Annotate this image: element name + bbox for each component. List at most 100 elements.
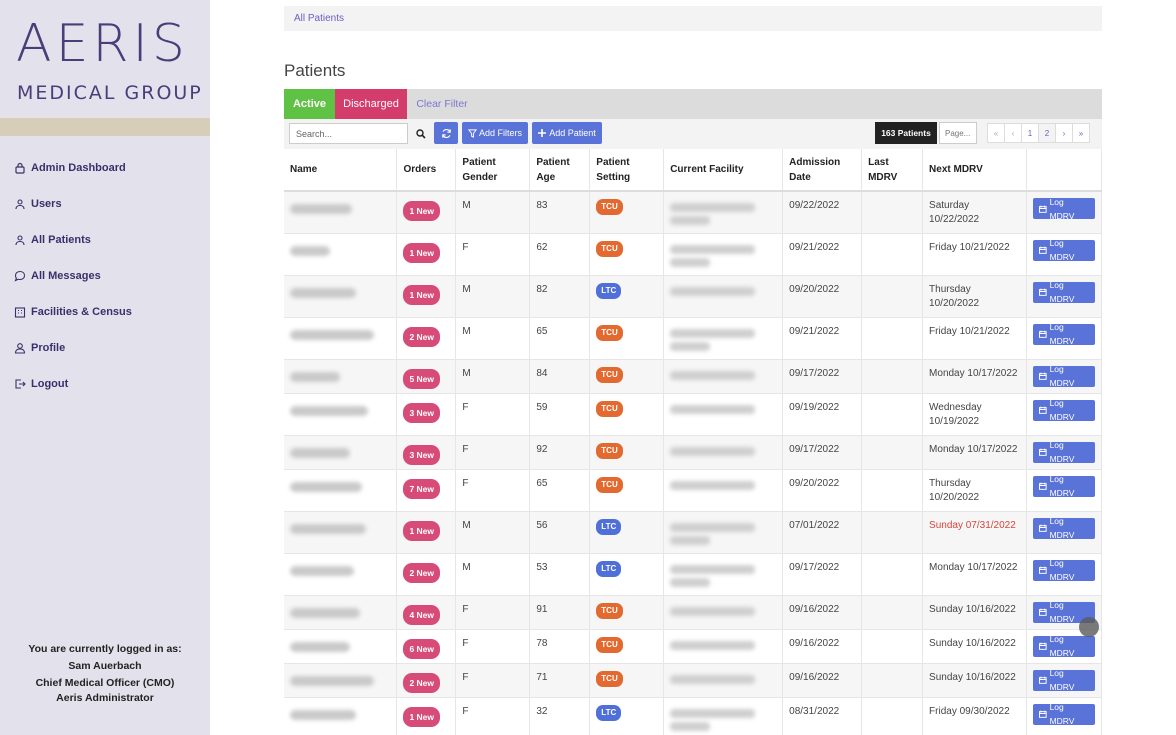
table-row[interactable]: 6 New F 78 TCU 09/16/2022 Sunday 10/16/2022 Lo… bbox=[284, 629, 1103, 664]
orders-badge[interactable]: 1 New bbox=[403, 520, 441, 541]
table-row[interactable]: 2 New M 53 LTC 09/17/2022 Monday 10/17/2022 Lo… bbox=[284, 553, 1103, 596]
orders-badge[interactable]: 4 New bbox=[403, 604, 441, 625]
cell-name[interactable] bbox=[284, 553, 398, 596]
orders-badge[interactable]: 5 New bbox=[403, 368, 441, 389]
col-header-setting[interactable]: Patient Setting bbox=[589, 149, 665, 192]
cell-name[interactable] bbox=[284, 317, 398, 360]
sidebar-item-users[interactable]: Users bbox=[14, 186, 132, 222]
col-header-facility[interactable]: Current Facility bbox=[663, 149, 784, 192]
cell-name[interactable] bbox=[284, 629, 398, 664]
clear-filter-link[interactable]: Clear Filter bbox=[407, 89, 477, 119]
cell-age: 82 bbox=[529, 275, 591, 318]
log-mdrv-button[interactable]: Log MDRV bbox=[1032, 197, 1095, 221]
col-header-gender[interactable]: Patient Gender bbox=[455, 149, 531, 192]
cell-last-mdrv bbox=[861, 317, 924, 360]
cell-name[interactable] bbox=[284, 393, 398, 436]
next-page-button[interactable]: › bbox=[1055, 123, 1073, 143]
orders-badge[interactable]: 2 New bbox=[403, 672, 441, 693]
cell-name[interactable] bbox=[284, 511, 398, 554]
orders-badge[interactable]: 3 New bbox=[403, 402, 441, 423]
page-2-button[interactable]: 2 bbox=[1038, 123, 1056, 143]
last-page-button[interactable]: » bbox=[1072, 123, 1090, 143]
log-mdrv-button[interactable]: Log MDRV bbox=[1032, 364, 1095, 388]
log-mdrv-button[interactable]: Log MDRV bbox=[1032, 238, 1095, 262]
add-patient-button[interactable]: Add Patient bbox=[532, 122, 602, 144]
refresh-button[interactable] bbox=[434, 122, 458, 144]
orders-badge[interactable]: 3 New bbox=[403, 444, 441, 465]
cell-facility bbox=[663, 663, 784, 698]
cell-name[interactable] bbox=[284, 595, 398, 630]
first-page-button[interactable]: « bbox=[987, 123, 1005, 143]
col-header-orders[interactable]: Orders bbox=[396, 149, 457, 192]
log-mdrv-button[interactable]: Log MDRV bbox=[1032, 398, 1095, 422]
orders-badge[interactable]: 2 New bbox=[403, 562, 441, 583]
calendar-icon bbox=[1038, 608, 1047, 616]
table-row[interactable]: 1 New F 32 LTC 08/31/2022 Friday 09/30/2022 Lo… bbox=[284, 697, 1103, 735]
col-header-name[interactable]: Name bbox=[284, 149, 398, 192]
log-mdrv-button[interactable]: Log MDRV bbox=[1032, 668, 1095, 692]
cell-last-mdrv bbox=[861, 435, 924, 470]
orders-badge[interactable]: 6 New bbox=[403, 638, 441, 659]
cell-name[interactable] bbox=[284, 191, 398, 234]
tab-discharged[interactable]: Discharged bbox=[335, 89, 407, 119]
sidebar-item-all-patients[interactable]: All Patients bbox=[14, 222, 132, 258]
col-header-age[interactable]: Patient Age bbox=[529, 149, 591, 192]
col-header-admission[interactable]: Admission Date bbox=[782, 149, 863, 192]
add-filters-button[interactable]: Add Filters bbox=[462, 122, 528, 144]
sidebar-item-logout[interactable]: Logout bbox=[14, 366, 132, 402]
cell-orders: 5 New bbox=[396, 359, 457, 394]
sidebar-item-admin-dashboard[interactable]: Admin Dashboard bbox=[14, 150, 132, 186]
sidebar-item-facilities-census[interactable]: Facilities & Census bbox=[14, 294, 132, 330]
page-input[interactable] bbox=[939, 122, 977, 144]
orders-badge[interactable]: 1 New bbox=[403, 242, 441, 263]
cell-facility bbox=[663, 553, 784, 596]
orders-badge[interactable]: 2 New bbox=[403, 326, 441, 347]
log-mdrv-button[interactable]: Log MDRV bbox=[1032, 440, 1095, 464]
search-input[interactable] bbox=[289, 123, 408, 144]
setting-badge: TCU bbox=[596, 400, 623, 417]
cell-name[interactable] bbox=[284, 469, 398, 512]
redacted-facility bbox=[670, 606, 776, 616]
breadcrumb-link[interactable]: All Patients bbox=[294, 13, 344, 24]
table-row[interactable]: 4 New F 91 TCU 09/16/2022 Sunday 10/16/2022 Lo… bbox=[284, 595, 1103, 630]
table-row[interactable]: 1 New M 56 LTC 07/01/2022 Sunday 07/31/2022 Lo… bbox=[284, 511, 1103, 554]
log-mdrv-button[interactable]: Log MDRV bbox=[1032, 702, 1095, 726]
cell-actions: Log MDRV bbox=[1026, 233, 1103, 276]
table-row[interactable]: 7 New F 65 TCU 09/20/2022 Thursday 10/20/2022… bbox=[284, 469, 1103, 512]
log-mdrv-button[interactable]: Log MDRV bbox=[1032, 474, 1095, 498]
prev-page-button[interactable]: ‹ bbox=[1004, 123, 1022, 143]
table-row[interactable]: 3 New F 92 TCU 09/17/2022 Monday 10/17/2022 Lo… bbox=[284, 435, 1103, 470]
log-mdrv-button[interactable]: Log MDRV bbox=[1032, 634, 1095, 658]
table-row[interactable]: 5 New M 84 TCU 09/17/2022 Monday 10/17/2022 Lo… bbox=[284, 359, 1103, 394]
table-row[interactable]: 1 New M 83 TCU 09/22/2022 Saturday 10/22/2022… bbox=[284, 191, 1103, 234]
page-1-button[interactable]: 1 bbox=[1021, 123, 1039, 143]
table-row[interactable]: 1 New F 62 TCU 09/21/2022 Friday 10/21/2022 Lo… bbox=[284, 233, 1103, 276]
sidebar-item-profile[interactable]: Profile bbox=[14, 330, 132, 366]
redacted-name bbox=[290, 675, 374, 686]
search-button[interactable] bbox=[411, 123, 431, 144]
orders-badge[interactable]: 1 New bbox=[403, 201, 441, 221]
log-mdrv-button[interactable]: Log MDRV bbox=[1032, 516, 1095, 540]
cell-name[interactable] bbox=[284, 435, 398, 470]
table-row[interactable]: 2 New F 71 TCU 09/16/2022 Sunday 10/16/2022 Lo… bbox=[284, 663, 1103, 698]
cell-name[interactable] bbox=[284, 663, 398, 698]
orders-badge[interactable]: 1 New bbox=[403, 706, 441, 727]
table-row[interactable]: 1 New M 82 LTC 09/20/2022 Thursday 10/20/2022… bbox=[284, 275, 1103, 318]
log-mdrv-button[interactable]: Log MDRV bbox=[1032, 322, 1095, 346]
col-header-last-mdrv[interactable]: Last MDRV bbox=[861, 149, 924, 192]
table-row[interactable]: 3 New F 59 TCU 09/19/2022 Wednesday 10/19/202… bbox=[284, 393, 1103, 436]
breadcrumb: All Patients bbox=[284, 6, 1102, 31]
orders-badge[interactable]: 1 New bbox=[403, 284, 441, 305]
log-mdrv-button[interactable]: Log MDRV bbox=[1032, 280, 1095, 304]
sidebar-item-all-messages[interactable]: All Messages bbox=[14, 258, 132, 294]
setting-badge: LTC bbox=[596, 560, 622, 577]
log-mdrv-button[interactable]: Log MDRV bbox=[1032, 558, 1095, 582]
col-header-next-mdrv[interactable]: Next MDRV bbox=[922, 149, 1027, 192]
cell-name[interactable] bbox=[284, 275, 398, 318]
cell-name[interactable] bbox=[284, 359, 398, 394]
table-row[interactable]: 2 New M 65 TCU 09/21/2022 Friday 10/21/2022 Lo… bbox=[284, 317, 1103, 360]
cell-name[interactable] bbox=[284, 697, 398, 735]
tab-active[interactable]: Active bbox=[284, 89, 335, 119]
orders-badge[interactable]: 7 New bbox=[403, 478, 441, 499]
cell-name[interactable] bbox=[284, 233, 398, 276]
